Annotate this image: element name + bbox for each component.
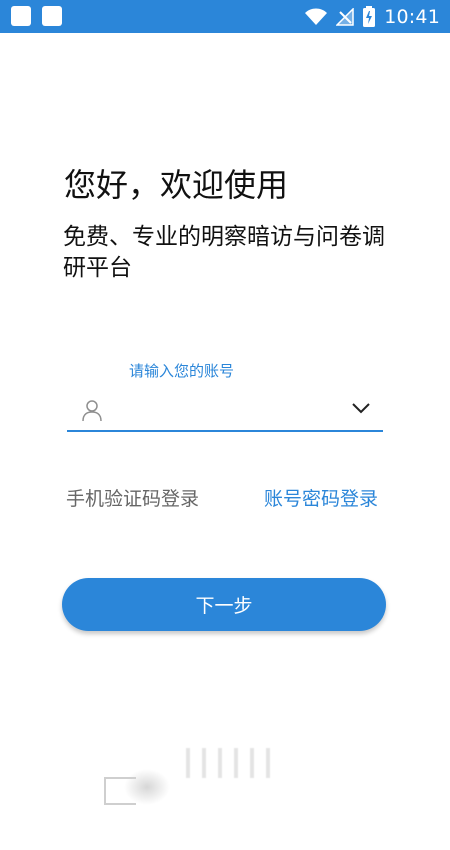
- account-input[interactable]: [115, 394, 339, 428]
- decorative-bar: [186, 748, 190, 778]
- decorative-bar: [202, 748, 206, 778]
- sms-login-link[interactable]: 手机验证码登录: [66, 486, 201, 512]
- app-notification-icon: [42, 6, 62, 26]
- decorative-artifact: [104, 740, 284, 810]
- chevron-down-icon[interactable]: [347, 394, 375, 422]
- status-time: 10:41: [384, 5, 440, 28]
- password-login-link[interactable]: 账号密码登录: [264, 486, 378, 512]
- decorative-bar: [218, 748, 222, 778]
- decorative-fade: [124, 769, 170, 805]
- account-input-field[interactable]: [67, 388, 383, 432]
- page-title: 您好，欢迎使用: [64, 166, 289, 204]
- wifi-icon: [305, 8, 328, 25]
- page-subtitle: 免费、专业的明察暗访与问卷调研平台: [63, 224, 385, 281]
- next-button[interactable]: 下一步: [62, 578, 386, 631]
- account-input-underline: [67, 430, 383, 432]
- user-icon: [82, 400, 102, 422]
- account-label: 请输入您的账号: [129, 362, 235, 380]
- decorative-bar: [250, 748, 254, 778]
- decorative-bar: [234, 748, 238, 778]
- battery-charging-icon: [363, 5, 376, 27]
- status-bar: 10:41: [0, 0, 450, 33]
- no-signal-icon: [336, 7, 354, 26]
- decorative-bar: [266, 748, 270, 778]
- app-notification-icon: [11, 6, 31, 26]
- status-right-group: 10:41: [304, 0, 440, 33]
